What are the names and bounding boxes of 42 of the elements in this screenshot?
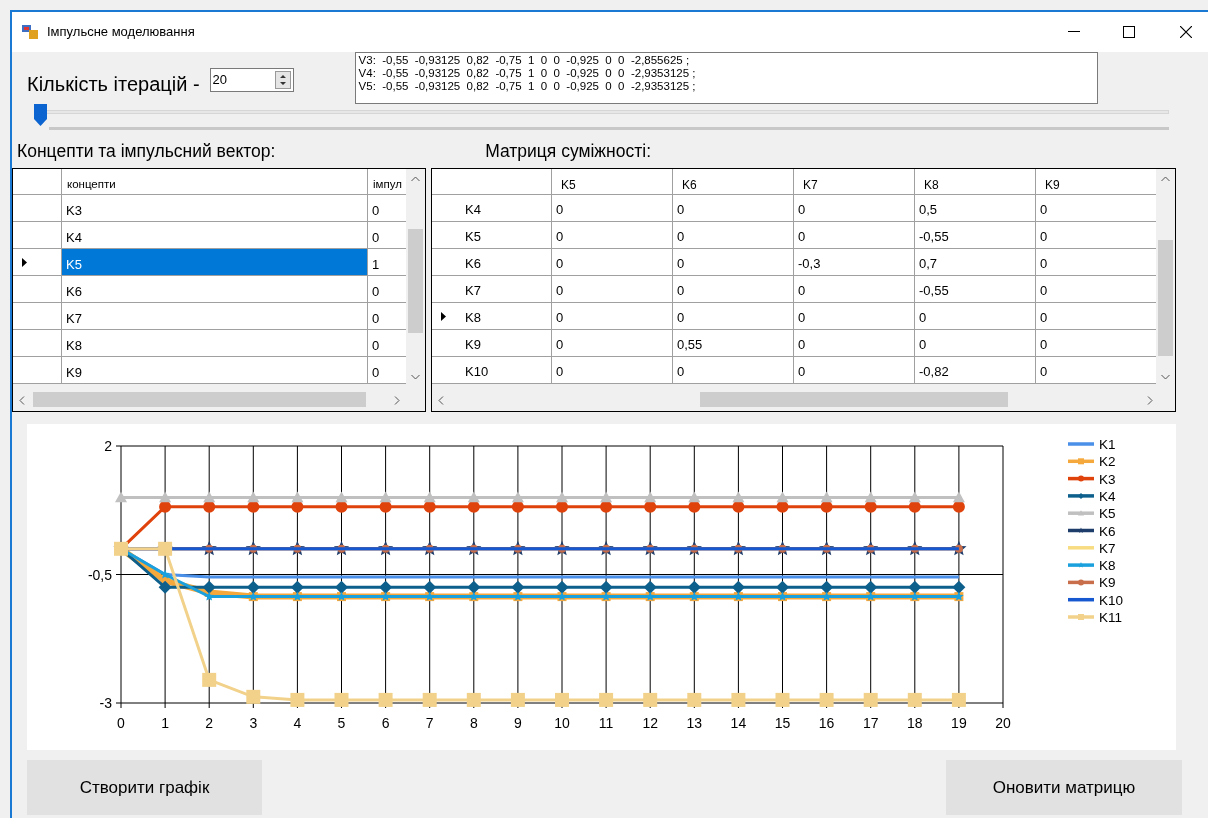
- axis-tick-label: 15: [774, 715, 791, 731]
- axis-tick-label: 20: [995, 715, 1011, 731]
- axis-tick-label: 5: [337, 715, 346, 731]
- axis-tick-label: 2: [104, 438, 112, 454]
- legend-label: K6: [1099, 523, 1116, 539]
- log-line: V3: -0,55 -0,93125 0,82 -0,75 1 0 0 -0,925 0 0 -2,855625 ;: [358, 54, 690, 67]
- window-title: Імпульсне моделювання: [47, 23, 195, 42]
- axis-tick-label: 12: [642, 715, 658, 731]
- log-line: V4: -0,55 -0,93125 0,82 -0,75 1 0 0 -0,925 0 0 -2,9353125 ;: [358, 67, 696, 80]
- axis-tick-label: 19: [951, 715, 967, 731]
- axis-tick-label: 1: [161, 715, 169, 731]
- legend-label: K3: [1099, 471, 1116, 487]
- legend-label: K10: [1099, 592, 1124, 608]
- legend-label: K7: [1099, 540, 1116, 556]
- legend-label: K2: [1099, 454, 1116, 470]
- axis-tick-label: 4: [293, 715, 302, 731]
- axis-tick-label: 16: [818, 715, 835, 731]
- axis-tick-label: 7: [425, 715, 434, 731]
- axis-tick-label: 8: [469, 715, 478, 731]
- legend-label: K8: [1099, 558, 1116, 574]
- axis-tick-label: 17: [862, 715, 879, 731]
- legend-label: K4: [1099, 488, 1116, 504]
- axis-tick-label: -0,5: [87, 566, 112, 583]
- matrix-heading: Матриця суміжності:: [485, 139, 651, 163]
- legend-label: K5: [1099, 506, 1116, 522]
- legend-label: K11: [1099, 610, 1123, 625]
- axis-tick-label: 6: [381, 715, 390, 731]
- axis-tick-label: 18: [907, 715, 923, 731]
- axis-tick-label: 0: [117, 715, 125, 731]
- log-line: V5: -0,55 -0,93125 0,82 -0,75 1 0 0 -0,925 0 0 -2,9353125 ;: [358, 80, 696, 93]
- axis-tick-label: 11: [598, 715, 614, 731]
- axis-tick-label: 3: [249, 715, 258, 731]
- legend-label: K9: [1099, 575, 1116, 591]
- axis-tick-label: 13: [686, 715, 703, 731]
- axis-tick-label: 10: [554, 715, 570, 731]
- axis-tick-label: 9: [514, 715, 522, 731]
- axis-tick-label: 2: [205, 715, 214, 731]
- iterations-label: Кількість ітерацій -: [27, 72, 200, 95]
- legend-label: K1: [1099, 437, 1116, 452]
- axis-tick-label: -3: [99, 695, 112, 711]
- concepts-heading: Концепти та імпульсний вектор:: [17, 139, 276, 163]
- axis-tick-label: 14: [730, 715, 747, 731]
